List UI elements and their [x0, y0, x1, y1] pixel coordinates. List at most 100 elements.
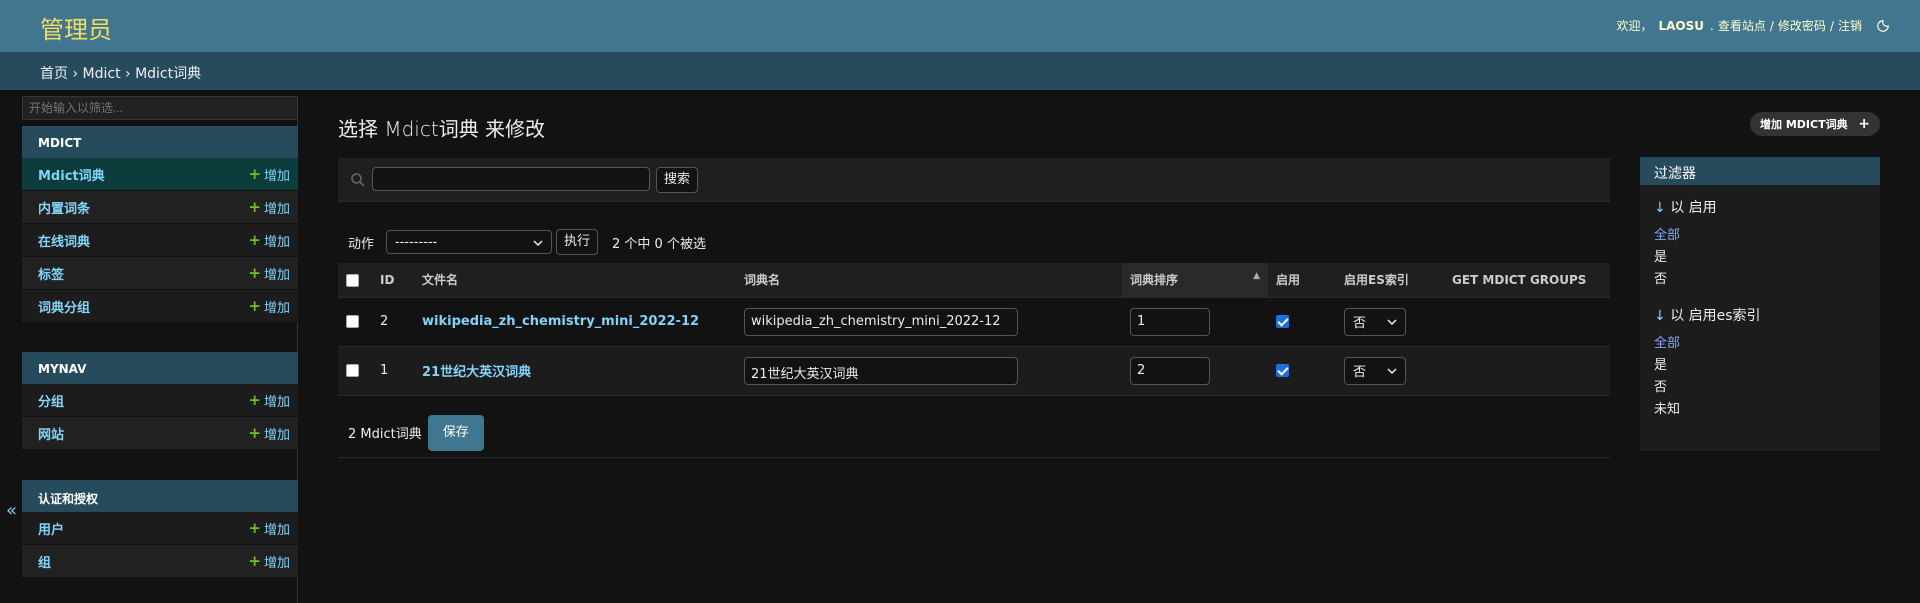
row-select-checkbox[interactable] [346, 315, 359, 328]
breadcrumb-app[interactable]: Mdict [83, 66, 121, 82]
selection-counter: 2 个中 0 个被选 [612, 236, 706, 252]
column-header-enabled[interactable]: 启用 [1268, 263, 1336, 298]
sidebar-item-sites[interactable]: 网站 + 增加 [22, 417, 298, 450]
table-row: 2 wikipedia_zh_chemistry_mini_2022-12 wi… [338, 297, 1610, 347]
es-index-select[interactable]: 否 [1344, 356, 1406, 385]
results-table: ID 文件名 词典名 词典排序 ▲ 启用 启用ES索引 GET MDICT GR… [338, 263, 1610, 396]
dict-name-input[interactable]: wikipedia_zh_chemistry_mini_2022-12 [744, 307, 1018, 336]
site-header: 管理员 欢迎， LAOSU . 查看站点 / 修改密码 / 注销 [0, 0, 1920, 52]
dict-order-input[interactable]: 2 [1130, 356, 1210, 385]
module-caption[interactable]: 认证和授权 [22, 480, 298, 512]
dict-name-input[interactable]: 21世纪大英汉词典 [744, 356, 1018, 385]
filter-heading-enabled[interactable]: ↓ 以 启用 [1640, 197, 1880, 217]
add-link[interactable]: + 增加 [248, 231, 290, 250]
view-site-link[interactable]: 查看站点 [1718, 17, 1766, 34]
sidebar-item-tags[interactable]: 标签 + 增加 [22, 257, 298, 290]
table-header-row: ID 文件名 词典名 词典排序 ▲ 启用 启用ES索引 GET MDICT GR… [338, 263, 1610, 298]
add-link[interactable]: + 增加 [248, 519, 290, 538]
plus-icon: + [248, 264, 261, 282]
row-select-checkbox[interactable] [346, 364, 359, 377]
add-link[interactable]: + 增加 [248, 198, 290, 217]
sidebar-item-groups[interactable]: 分组 + 增加 [22, 384, 298, 417]
filter-option[interactable]: 全部 [1640, 333, 1880, 355]
module-mdict: MDICT Mdict词典 + 增加 内置词条 + 增加 在线词典 + 增加 标签 +… [22, 126, 298, 323]
theme-toggle-moon-icon[interactable] [1876, 19, 1890, 33]
breadcrumb-home[interactable]: 首页 [40, 66, 68, 82]
enabled-checkbox[interactable] [1276, 364, 1289, 377]
sidebar-collapse-button[interactable]: « [6, 500, 17, 521]
dict-order-input[interactable]: 1 [1130, 307, 1210, 336]
column-header-groups: GET MDICT GROUPS [1444, 263, 1610, 298]
filter-option[interactable]: 未知 [1640, 399, 1880, 421]
cell-id: 2 [372, 297, 414, 347]
sort-ascending-icon[interactable]: ▲ [1253, 271, 1260, 281]
filter-heading-es-index[interactable]: ↓ 以 启用es索引 [1640, 305, 1880, 325]
module-caption[interactable]: MDICT [22, 126, 298, 158]
sidebar-item-dict-groups[interactable]: 词典分组 + 增加 [22, 290, 298, 323]
plus-icon: + [248, 391, 261, 409]
filter-panel: 过滤器 ↓ 以 启用 全部 是 否 ↓ 以 启用es索引 全部 是 否 未知 [1640, 157, 1880, 451]
es-index-select[interactable]: 否 [1344, 307, 1406, 336]
plus-icon: + [248, 165, 261, 183]
column-header-dict-name[interactable]: 词典名 [736, 263, 1122, 298]
logout-link[interactable]: 注销 [1838, 17, 1862, 34]
sidebar-filter-input[interactable] [22, 96, 298, 120]
action-select[interactable]: --------- [386, 230, 553, 254]
table-row: 1 21世纪大英汉词典 21世纪大英汉词典 2 否 [338, 346, 1610, 396]
column-header-file[interactable]: 文件名 [414, 263, 736, 298]
plus-icon: + [248, 198, 261, 216]
select-all-checkbox[interactable] [346, 273, 359, 287]
user-tools: 欢迎， LAOSU . 查看站点 / 修改密码 / 注销 [1616, 17, 1890, 34]
plus-icon: + [248, 297, 261, 315]
filter-title: 过滤器 [1640, 157, 1880, 185]
filter-option[interactable]: 否 [1640, 269, 1880, 291]
plus-icon: + [248, 552, 261, 570]
filter-option[interactable]: 是 [1640, 355, 1880, 377]
paginator: 2 Mdict词典 保存 [338, 408, 1610, 458]
sidebar-item-online-dict[interactable]: 在线词典 + 增加 [22, 224, 298, 257]
arrow-down-icon: ↓ [1654, 200, 1666, 216]
search-icon [350, 172, 366, 188]
filter-option[interactable]: 是 [1640, 247, 1880, 269]
add-link[interactable]: + 增加 [248, 165, 290, 184]
run-action-button[interactable]: 执行 [556, 229, 599, 255]
sidebar-item-builtin-entries[interactable]: 内置词条 + 增加 [22, 191, 298, 224]
filter-option[interactable]: 否 [1640, 377, 1880, 399]
cell-file-link[interactable]: wikipedia_zh_chemistry_mini_2022-12 [422, 314, 699, 329]
add-link[interactable]: + 增加 [248, 552, 290, 571]
sidebar-item-users[interactable]: 用户 + 增加 [22, 512, 298, 545]
arrow-down-icon: ↓ [1654, 308, 1666, 324]
result-count: 2 Mdict词典 [348, 427, 422, 442]
breadcrumb-model: Mdict词典 [135, 66, 202, 82]
sidebar-item-mdict-dict[interactable]: Mdict词典 + 增加 [22, 158, 298, 191]
save-button[interactable]: 保存 [427, 414, 484, 451]
sidebar-item-auth-groups[interactable]: 组 + 增加 [22, 545, 298, 578]
add-link[interactable]: + 增加 [248, 391, 290, 410]
plus-icon: + [248, 231, 261, 249]
site-brand[interactable]: 管理员 [40, 10, 112, 45]
cell-file-link[interactable]: 21世纪大英汉词典 [422, 365, 531, 380]
search-button[interactable]: 搜索 [656, 167, 698, 193]
search-input[interactable] [372, 167, 650, 191]
add-link[interactable]: + 增加 [248, 297, 290, 316]
column-header-order[interactable]: 词典排序 ▲ [1122, 263, 1268, 298]
cell-groups [1444, 297, 1610, 347]
chevron-down-icon [1387, 363, 1397, 378]
chevron-down-icon [533, 235, 543, 250]
add-object-button[interactable]: 增加 MDICT词典 + [1750, 112, 1880, 136]
cell-groups [1444, 346, 1610, 396]
add-link[interactable]: + 增加 [248, 264, 290, 283]
column-header-es-index[interactable]: 启用ES索引 [1336, 263, 1444, 298]
plus-icon: + [1858, 116, 1870, 132]
chevron-down-icon [1387, 314, 1397, 329]
cell-id: 1 [372, 346, 414, 396]
add-link[interactable]: + 增加 [248, 424, 290, 443]
enabled-checkbox[interactable] [1276, 315, 1289, 328]
column-header-id[interactable]: ID [372, 263, 414, 298]
separator: / [1829, 18, 1834, 33]
module-auth: 认证和授权 用户 + 增加 组 + 增加 [22, 480, 298, 578]
change-password-link[interactable]: 修改密码 [1778, 17, 1826, 34]
filter-option[interactable]: 全部 [1640, 225, 1880, 247]
module-caption[interactable]: MYNAV [22, 352, 298, 384]
actions-label: 动作 [348, 236, 375, 252]
